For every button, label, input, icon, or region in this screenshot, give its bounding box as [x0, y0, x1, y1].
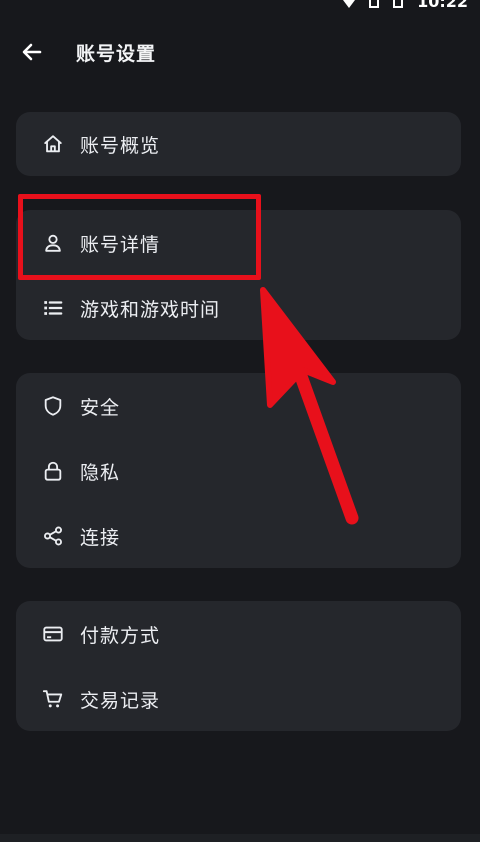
status-time: 10:22 [417, 0, 468, 11]
shield-icon [40, 393, 66, 419]
home-icon [40, 131, 66, 157]
credit-card-icon [40, 621, 66, 647]
menu-item-payment-methods[interactable]: 付款方式 [16, 606, 461, 662]
menu-item-games-and-playtime[interactable]: 游戏和游戏时间 [16, 280, 461, 336]
screen: 10:22 账号设置 账号概览 账号详情 游戏和游戏时间 安全 隐私 连接 付款… [0, 0, 480, 842]
menu-item-label: 账号概览 [80, 134, 161, 157]
menu-item-connections[interactable]: 连接 [16, 508, 461, 564]
cart-icon [40, 686, 66, 712]
sim-icon [369, 0, 380, 8]
menu-item-label: 游戏和游戏时间 [80, 298, 221, 321]
menu-item-label: 安全 [80, 396, 121, 419]
status-icons: 10:22 [343, 0, 468, 11]
header: 账号设置 [0, 30, 480, 74]
menu-item-account-details[interactable]: 账号详情 [16, 215, 461, 271]
menu-item-label: 账号详情 [80, 233, 161, 256]
menu-item-label: 付款方式 [80, 624, 161, 647]
menu-item-transaction-history[interactable]: 交易记录 [16, 671, 461, 727]
menu-item-label: 交易记录 [80, 689, 161, 712]
group-account: 账号详情 游戏和游戏时间 [16, 210, 461, 340]
group-overview: 账号概览 [16, 112, 461, 176]
lock-icon [40, 458, 66, 484]
user-icon [40, 230, 66, 256]
menu-item-security[interactable]: 安全 [16, 378, 461, 434]
group-security: 安全 隐私 连接 [16, 373, 461, 568]
bottom-edge [0, 834, 480, 842]
arrow-left-icon [22, 43, 42, 61]
page-title: 账号设置 [76, 42, 157, 65]
menu-item-privacy[interactable]: 隐私 [16, 443, 461, 499]
menu-item-label: 隐私 [80, 461, 121, 484]
share-icon [40, 523, 66, 549]
back-button[interactable] [10, 30, 54, 74]
group-payments: 付款方式 交易记录 [16, 601, 461, 731]
battery-icon [393, 0, 404, 8]
menu-item-label: 连接 [80, 526, 121, 549]
wifi-icon [343, 0, 356, 8]
list-icon [40, 295, 66, 321]
status-bar: 10:22 [0, 0, 480, 11]
menu-item-account-overview[interactable]: 账号概览 [16, 116, 461, 172]
